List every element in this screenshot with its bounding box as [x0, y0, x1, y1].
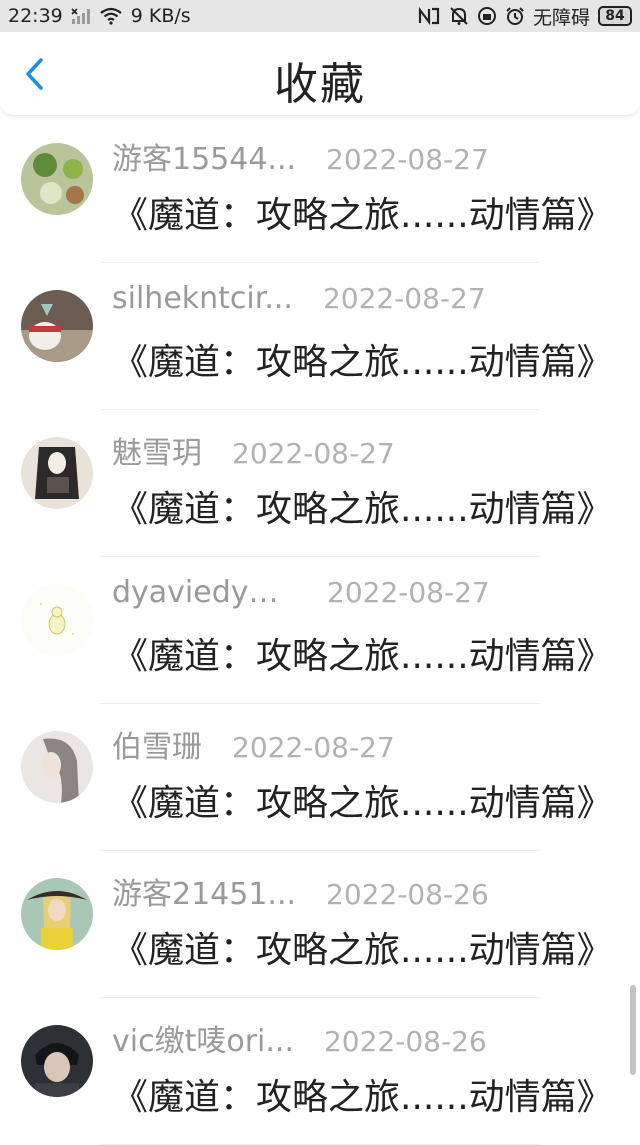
date: 2022-08-26	[323, 1025, 487, 1058]
item-meta: vic缴t唛ori... 2022-08-26	[112, 1016, 487, 1060]
avatar[interactable]	[21, 1025, 93, 1097]
battery-icon: 84	[598, 6, 632, 26]
username[interactable]: 魅雪玥	[112, 428, 202, 472]
status-time: 22:39	[8, 5, 63, 27]
item-meta: silhekntcir... 2022-08-27	[112, 281, 486, 316]
date: 2022-08-26	[326, 878, 489, 911]
username[interactable]: 伯雪珊	[112, 722, 202, 766]
item-meta: 魅雪玥 2022-08-27	[112, 428, 395, 472]
battery-level: 84	[605, 8, 625, 24]
alarm-icon	[505, 6, 525, 26]
avatar[interactable]	[21, 143, 93, 215]
item-meta: 伯雪珊 2022-08-27	[112, 722, 395, 766]
do-not-disturb-icon	[477, 6, 497, 26]
scrollbar[interactable]	[630, 985, 636, 1075]
status-accessibility: 无障碍	[532, 6, 590, 29]
item-title[interactable]: 《魔道：攻略之旅......动情篇》	[112, 1068, 613, 1120]
avatar[interactable]	[21, 878, 93, 950]
date: 2022-08-27	[232, 437, 395, 470]
item-meta: dyaviedyur... 2022-08-27	[112, 575, 490, 610]
status-net-speed: 9 KB/s	[130, 5, 191, 27]
status-right: 无障碍 84	[417, 3, 632, 30]
list-item[interactable]: 魅雪玥 2022-08-27 《魔道：攻略之旅......动情篇》	[0, 410, 640, 557]
list-item[interactable]: 游客21451... 2022-08-26 《魔道：攻略之旅......动情篇》	[0, 851, 640, 998]
list-item[interactable]: silhekntcir... 2022-08-27 《魔道：攻略之旅......…	[0, 263, 640, 410]
avatar[interactable]	[21, 584, 93, 656]
username[interactable]: silhekntcir...	[112, 281, 293, 316]
nfc-icon	[417, 6, 441, 26]
wifi-icon	[99, 7, 123, 25]
username[interactable]: dyaviedyur...	[112, 575, 297, 610]
date: 2022-08-27	[232, 731, 395, 764]
signal-off-icon	[71, 7, 91, 25]
item-title[interactable]: 《魔道：攻略之旅......动情篇》	[112, 480, 613, 532]
avatar[interactable]	[21, 290, 93, 362]
header: 收藏	[0, 32, 640, 116]
date: 2022-08-27	[326, 143, 489, 176]
item-title[interactable]: 《魔道：攻略之旅......动情篇》	[112, 774, 613, 826]
page-title: 收藏	[274, 59, 366, 110]
avatar[interactable]	[21, 731, 93, 803]
username[interactable]: 游客15544...	[112, 134, 296, 178]
item-title[interactable]: 《魔道：攻略之旅......动情篇》	[112, 333, 613, 385]
list-item[interactable]: 游客15544... 2022-08-27 《魔道：攻略之旅......动情篇》	[0, 116, 640, 263]
favorites-list: 游客15544... 2022-08-27 《魔道：攻略之旅......动情篇》…	[0, 116, 640, 1145]
date: 2022-08-27	[322, 282, 486, 315]
date: 2022-08-27	[327, 576, 490, 609]
list-item[interactable]: 伯雪珊 2022-08-27 《魔道：攻略之旅......动情篇》	[0, 704, 640, 851]
username[interactable]: 游客21451...	[112, 869, 296, 913]
list-item[interactable]: dyaviedyur... 2022-08-27 《魔道：攻略之旅......动…	[0, 557, 640, 704]
status-bar: 22:39 9 KB/s 无障碍 84	[0, 0, 640, 32]
item-title[interactable]: 《魔道：攻略之旅......动情篇》	[112, 186, 613, 238]
list-item[interactable]: vic缴t唛ori... 2022-08-26 《魔道：攻略之旅......动情…	[0, 998, 640, 1145]
item-meta: 游客21451... 2022-08-26	[112, 869, 489, 913]
status-left: 22:39 9 KB/s	[8, 5, 191, 27]
bell-off-icon	[449, 6, 469, 26]
item-title[interactable]: 《魔道：攻略之旅......动情篇》	[112, 921, 613, 973]
username[interactable]: vic缴t唛ori...	[112, 1016, 294, 1060]
item-title[interactable]: 《魔道：攻略之旅......动情篇》	[112, 627, 613, 679]
avatar[interactable]	[21, 437, 93, 509]
item-meta: 游客15544... 2022-08-27	[112, 134, 489, 178]
